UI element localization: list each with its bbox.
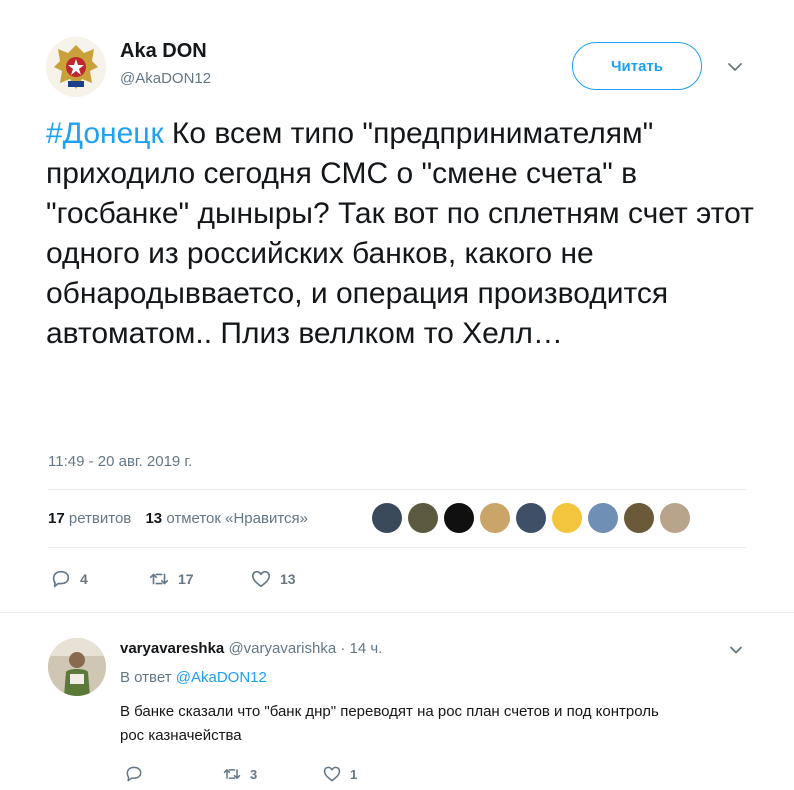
hashtag-link[interactable]: #Донецк (46, 117, 164, 150)
reply-retweet-action[interactable]: 3 (222, 764, 257, 784)
reply-chevron-down-icon[interactable] (728, 642, 744, 658)
in-reply-handle-link[interactable]: @AkaDON12 (176, 669, 267, 686)
person-photo-icon (48, 638, 106, 696)
reply-retweet-count: 3 (250, 766, 258, 782)
tweet-body: Ко всем типо "предпринимателям" приходил… (46, 117, 754, 350)
author-handle[interactable]: @AkaDON12 (120, 70, 211, 87)
reply-like-count: 1 (350, 766, 358, 782)
like-action[interactable]: 13 (250, 568, 296, 590)
liker-avatar-9[interactable] (660, 503, 690, 533)
author-avatar[interactable] (46, 37, 106, 97)
eagle-emblem-icon (46, 37, 106, 97)
reply-author-name[interactable]: varyavareshka (120, 640, 224, 657)
reply-text: В банке сказали что "банк днр" переводят… (120, 703, 659, 744)
follow-button[interactable]: Читать (572, 42, 702, 90)
divider (48, 547, 746, 548)
liker-avatar-5[interactable] (516, 503, 546, 533)
like-count: 13 (280, 571, 296, 587)
reply-time[interactable]: · 14 ч. (340, 640, 382, 657)
liker-avatar-6[interactable] (552, 503, 582, 533)
retweet-icon (149, 573, 169, 585)
liker-avatar-7[interactable] (588, 503, 618, 533)
reply-icon (126, 766, 142, 782)
reply-action[interactable]: 4 (50, 568, 88, 590)
liker-avatar-3[interactable] (444, 503, 474, 533)
reply-count: 4 (80, 571, 88, 587)
retweet-action[interactable]: 17 (148, 568, 194, 590)
in-reply-to: В ответ @AkaDON12 (120, 669, 267, 686)
heart-icon (251, 570, 271, 588)
reply-author-handle[interactable]: @varyavarishka (228, 640, 336, 657)
retweet-count: 17 (178, 571, 194, 587)
liker-avatar-2[interactable] (408, 503, 438, 533)
heart-icon (323, 766, 341, 782)
reply-reply-action[interactable] (124, 764, 152, 784)
likes-stat[interactable]: 13 отметок «Нравится» (145, 510, 308, 527)
reply-header: varyavareshka @varyavarishka · 14 ч. (120, 640, 382, 657)
liker-avatar-8[interactable] (624, 503, 654, 533)
liker-avatar-1[interactable] (372, 503, 402, 533)
liker-avatar-4[interactable] (480, 503, 510, 533)
reply-author-avatar[interactable] (48, 638, 106, 696)
divider (48, 489, 746, 490)
tweet-text: #Донецк Ко всем типо "предпринимателям" … (46, 114, 766, 354)
author-name[interactable]: Aka DON (120, 40, 207, 63)
tweet-timestamp[interactable]: 11:49 - 20 авг. 2019 г. (48, 453, 192, 470)
reply-like-action[interactable]: 1 (322, 764, 357, 784)
retweets-stat[interactable]: 17 ретвитов (48, 510, 131, 527)
reply-icon (52, 570, 70, 588)
retweet-icon (223, 769, 241, 779)
tweet-stats: 17 ретвитов 13 отметок «Нравится» (48, 510, 308, 527)
chevron-down-icon[interactable] (726, 58, 744, 76)
divider (0, 612, 794, 613)
